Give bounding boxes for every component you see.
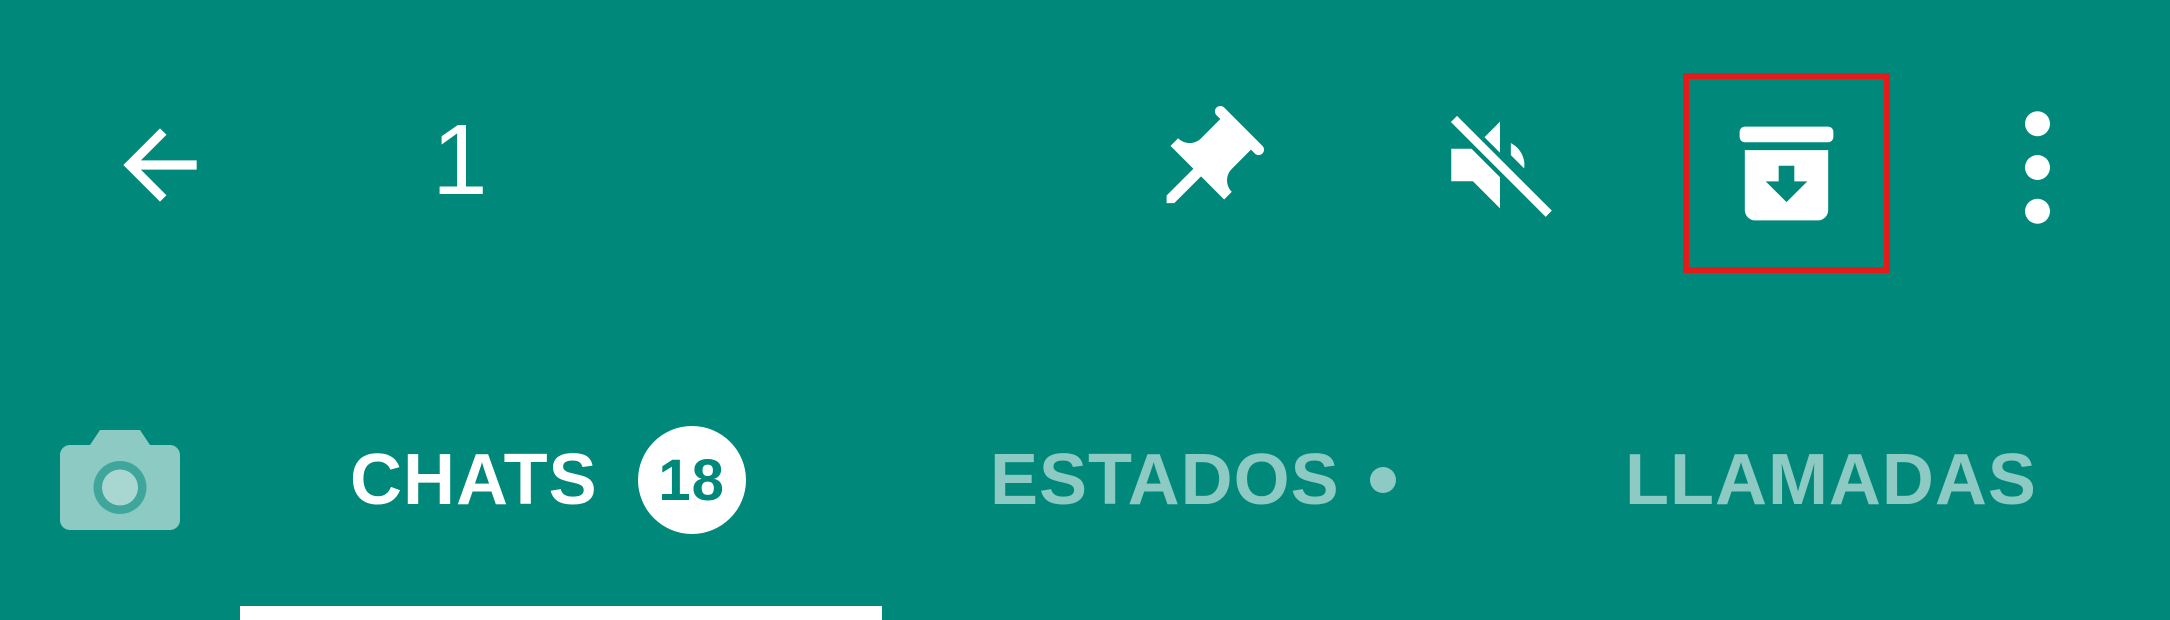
- unread-badge: 18: [637, 426, 746, 534]
- tab-llamadas[interactable]: LLAMADAS: [1625, 430, 2037, 530]
- archive-button[interactable]: [1683, 73, 1890, 273]
- mute-button[interactable]: [1425, 100, 1575, 230]
- tab-camera[interactable]: [55, 425, 185, 535]
- archive-icon: [1739, 126, 1834, 220]
- more-options-button[interactable]: [2000, 105, 2075, 230]
- new-status-dot: [1369, 467, 1396, 493]
- tab-estados[interactable]: ESTADOS: [990, 430, 1396, 530]
- pin-icon: [1166, 105, 1265, 204]
- tab-chats-label: CHATS: [350, 440, 598, 520]
- tab-chats[interactable]: CHATS 18: [350, 426, 746, 534]
- back-button[interactable]: [100, 105, 220, 225]
- tab-llamadas-label: LLAMADAS: [1625, 440, 2037, 520]
- arrow-back-icon: [123, 128, 197, 202]
- mute-icon: [1447, 112, 1555, 220]
- tab-estados-label: ESTADOS: [990, 440, 1340, 520]
- selection-action-bar: 1: [0, 0, 2170, 330]
- camera-icon: [60, 430, 180, 530]
- main-tabs: CHATS 18 ESTADOS LLAMADAS: [0, 400, 2170, 620]
- pin-button[interactable]: [1140, 100, 1270, 230]
- more-vert-icon: [2025, 111, 2050, 224]
- selected-count: 1: [432, 104, 488, 216]
- active-tab-indicator: [240, 606, 882, 620]
- whatsapp-app: 1 CHATS 18 ESTADOS LLAMADAS: [0, 0, 2170, 620]
